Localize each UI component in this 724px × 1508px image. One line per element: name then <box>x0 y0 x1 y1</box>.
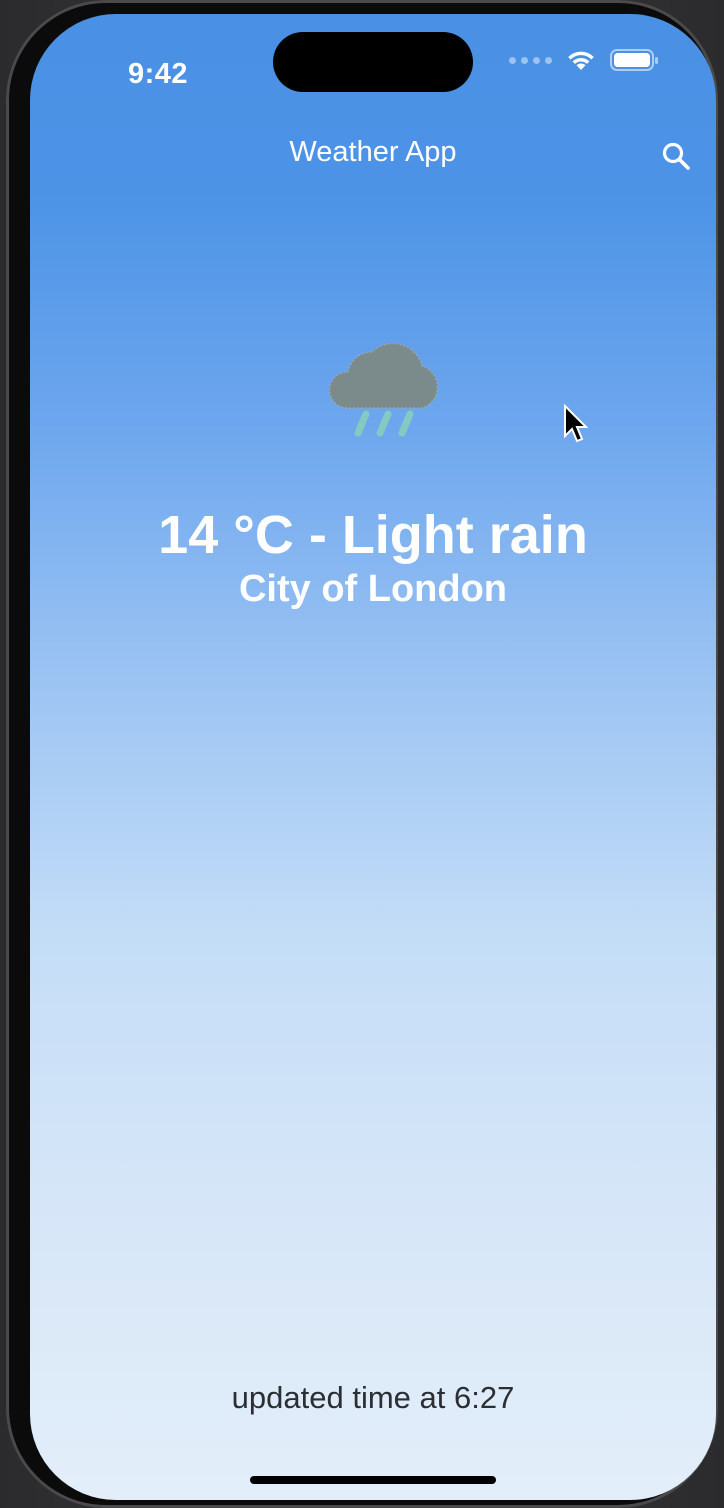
home-indicator[interactable] <box>250 1476 496 1484</box>
search-button[interactable] <box>656 136 696 176</box>
phone-frame: 9:42 Weather App 14 °C - Light rain City… <box>6 0 718 1508</box>
mouse-pointer-icon <box>563 403 589 449</box>
cloud-rain-icon <box>320 316 450 446</box>
app-title: Weather App <box>289 136 457 168</box>
wifi-icon <box>566 49 596 71</box>
temperature-condition: 14 °C - Light rain <box>158 505 588 565</box>
status-bar-indicators <box>509 48 660 72</box>
status-bar-time: 9:42 <box>128 58 189 90</box>
app-screen: 9:42 Weather App 14 °C - Light rain City… <box>30 14 716 1500</box>
city-name: City of London <box>238 568 508 610</box>
updated-time-label: updated time at 6:27 <box>231 1380 515 1415</box>
battery-icon <box>610 48 660 72</box>
dynamic-island <box>273 32 473 92</box>
cellular-dots-icon <box>509 56 552 64</box>
search-icon <box>662 142 690 170</box>
